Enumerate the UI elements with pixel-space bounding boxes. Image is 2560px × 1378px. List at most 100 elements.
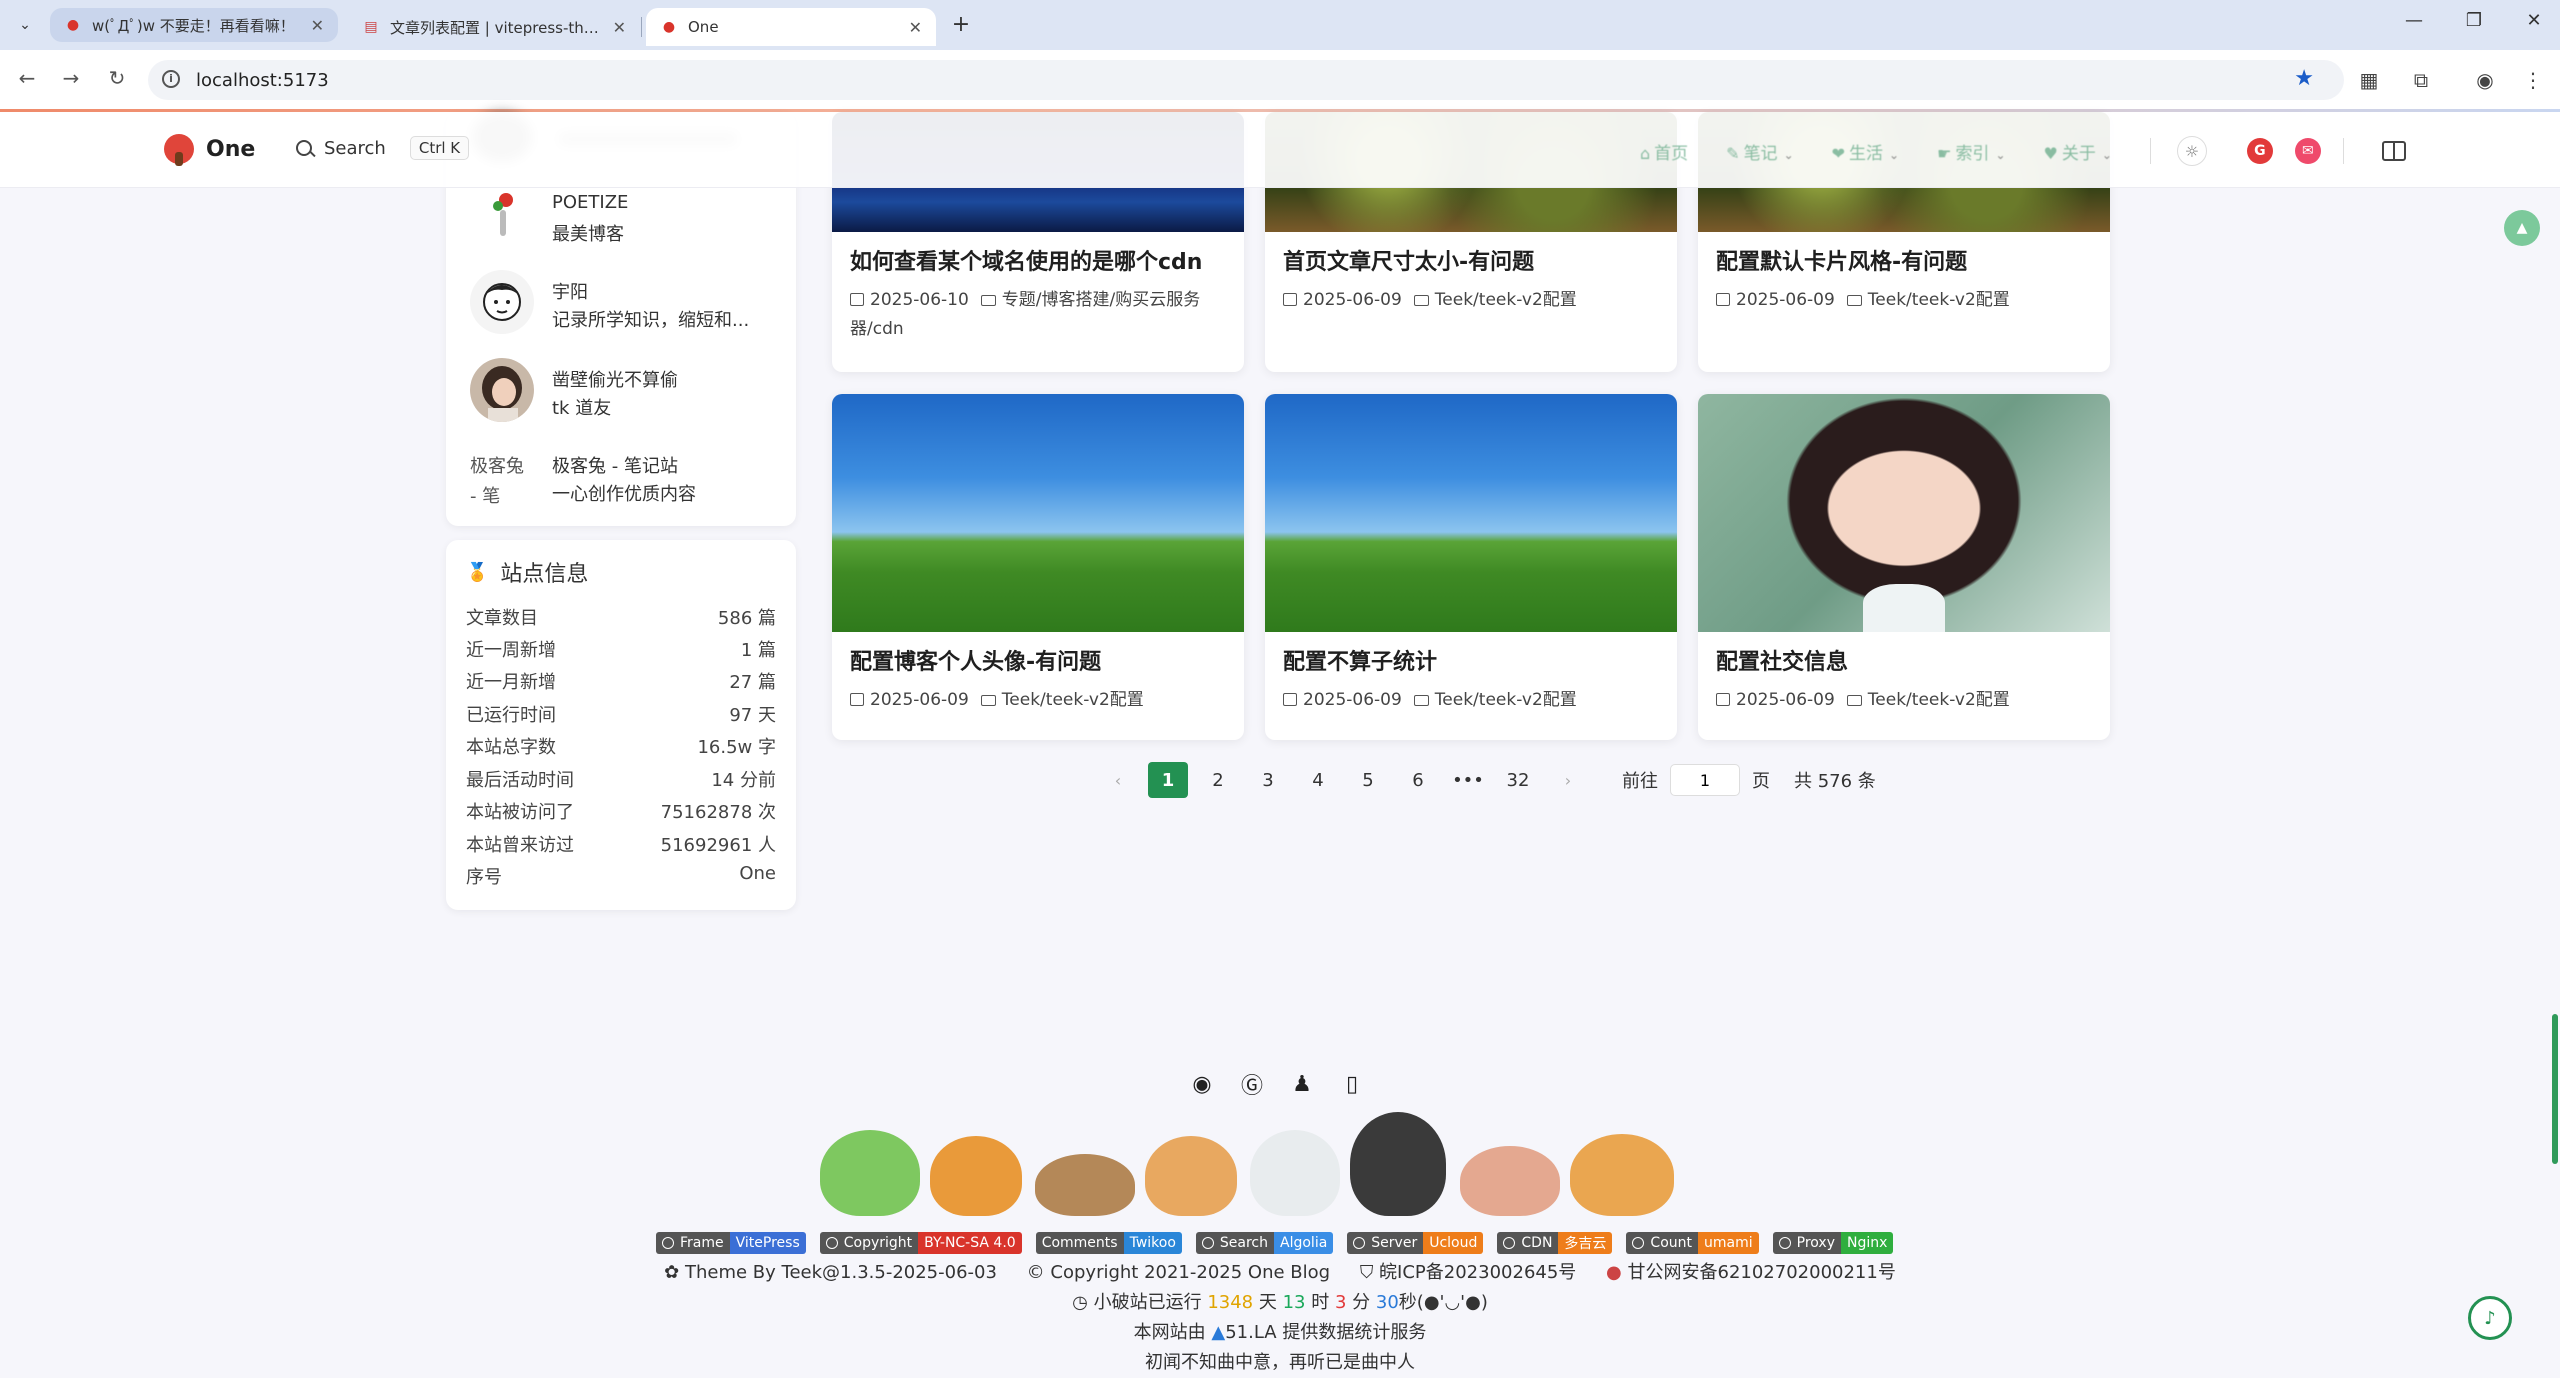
reading-list-icon[interactable]: ▦ xyxy=(2354,68,2384,92)
proxy-icon xyxy=(1778,1237,1791,1249)
medal-icon: 🏅 xyxy=(466,561,489,583)
page-number[interactable]: 1 xyxy=(1148,762,1188,798)
tab-search-chevron-icon[interactable]: ⌄ xyxy=(10,12,40,38)
article-category[interactable]: Teek/teek-v2配置 xyxy=(1435,290,1577,310)
profile-icon[interactable]: ◉ xyxy=(2470,68,2500,92)
badge-frame[interactable]: Frame VitePress xyxy=(656,1232,806,1254)
page-number[interactable]: 2 xyxy=(1198,762,1238,798)
info-icon[interactable]: i xyxy=(162,70,180,88)
prev-page-chevron-icon[interactable]: ‹ xyxy=(1098,762,1138,798)
badge-proxy[interactable]: Proxy Nginx xyxy=(1772,1232,1894,1254)
theme-credit[interactable]: ✿ Theme By Teek@1.3.5-2025-06-03 xyxy=(664,1262,997,1283)
article-category[interactable]: Teek/teek-v2配置 xyxy=(1868,290,2010,310)
next-page-chevron-icon[interactable]: › xyxy=(1548,762,1588,798)
article-title[interactable]: 首页文章尺寸太小-有问题 xyxy=(1283,244,1534,276)
url-bar[interactable]: i localhost:5173 ★ xyxy=(148,60,2344,100)
nav-item-notes[interactable]: ✎ 笔记 ⌄ xyxy=(1726,139,1793,164)
close-icon[interactable]: ✕ xyxy=(311,16,324,35)
extensions-puzzle-icon[interactable]: ⧉ xyxy=(2406,68,2436,92)
qq-icon[interactable]: ♟ xyxy=(1288,1070,1316,1098)
page-number[interactable]: 4 xyxy=(1298,762,1338,798)
article-title[interactable]: 如何查看某个域名使用的是哪个cdn xyxy=(850,244,1202,276)
browser-tab-3-active[interactable]: ● One ✕ xyxy=(646,8,936,46)
tab-title: 文章列表配置 | vitepress-theme-teek xyxy=(390,18,605,37)
article-category[interactable]: Teek/teek-v2配置 xyxy=(1868,690,2010,710)
article-card[interactable]: 配置不算子统计 2025-06-09 Teek/teek-v2配置 xyxy=(1265,394,1677,740)
friend-item[interactable]: POETIZE 最美博客 xyxy=(470,184,770,254)
browser-tab-1[interactable]: ● w(ﾟДﾟ)w 不要走！再看看嘛！ ✕ xyxy=(50,8,338,42)
mail-icon[interactable]: ✉ xyxy=(2294,138,2321,164)
article-title[interactable]: 配置默认卡片风格-有问题 xyxy=(1716,244,1967,276)
badge-server[interactable]: Server Ucloud xyxy=(1347,1232,1484,1254)
police-record-link[interactable]: ● 甘公网安备62102702000211号 xyxy=(1606,1262,1896,1283)
notes-icon: ✎ xyxy=(1726,143,1740,163)
friend-item[interactable]: 极客兔 - 笔 极客兔 - 笔记站 一心创作优质内容 xyxy=(470,444,770,514)
back-arrow-icon[interactable]: ← xyxy=(12,66,42,90)
badge-comments[interactable]: Comments Twikoo xyxy=(1035,1232,1182,1254)
goto-page-input[interactable] xyxy=(1670,764,1740,796)
page-number[interactable]: 32 xyxy=(1498,762,1538,798)
article-title[interactable]: 配置社交信息 xyxy=(1716,644,1848,676)
icp-link[interactable]: ⛉ 皖ICP备2023002645号 xyxy=(1360,1262,1577,1283)
nav-item-home[interactable]: ⌂ 首页 xyxy=(1640,139,1688,164)
article-title[interactable]: 配置博客个人头像-有问题 xyxy=(850,644,1101,676)
window-close-icon[interactable]: ✕ xyxy=(2514,10,2554,31)
calendar-icon xyxy=(1283,293,1297,306)
bookmark-star-icon[interactable]: ★ xyxy=(2294,66,2314,91)
restore-icon[interactable]: ❐ xyxy=(2454,10,2494,31)
url-text[interactable]: localhost:5173 xyxy=(196,70,329,91)
otter-mascot xyxy=(1035,1154,1135,1216)
minimize-icon[interactable]: — xyxy=(2394,10,2434,31)
51la-link[interactable]: ▲51.LA xyxy=(1211,1322,1276,1343)
article-cover-image[interactable] xyxy=(1265,394,1677,632)
close-icon[interactable]: ✕ xyxy=(909,18,922,37)
copyright-text[interactable]: © Copyright 2021-2025 One Blog xyxy=(1027,1262,1330,1283)
close-icon[interactable]: ✕ xyxy=(613,18,626,37)
copyright-icon: © xyxy=(1026,1262,1045,1283)
badge-count[interactable]: Count umami xyxy=(1626,1232,1759,1254)
friend-item[interactable]: 凿壁偷光不算偷 tk 道友 xyxy=(470,358,770,428)
nav-item-life[interactable]: ❤ 生活 ⌄ xyxy=(1832,139,1899,164)
copyright-icon xyxy=(825,1237,838,1249)
gitee-icon[interactable]: Ⓖ xyxy=(1238,1070,1266,1099)
theme-toggle-sun-icon[interactable]: ☼ xyxy=(2176,136,2207,166)
gitee-icon[interactable]: G xyxy=(2246,138,2273,164)
search-label: Search xyxy=(324,137,386,159)
reading-mode-icon[interactable] xyxy=(2381,141,2406,161)
article-category[interactable]: Teek/teek-v2配置 xyxy=(1002,690,1144,710)
nav-item-index[interactable]: ☛ 索引 ⌄ xyxy=(1937,139,2005,164)
github-icon[interactable]: ◉ xyxy=(1188,1070,1216,1098)
article-title[interactable]: 配置不算子统计 xyxy=(1283,644,1437,676)
notification-bell-icon[interactable]: ♪ xyxy=(2468,1296,2512,1340)
frame-icon xyxy=(662,1237,674,1249)
page-number[interactable]: 6 xyxy=(1398,762,1438,798)
total-count: 共 576 条 xyxy=(1794,771,1876,792)
forward-arrow-icon[interactable]: → xyxy=(56,66,86,90)
cow-mascot xyxy=(1460,1146,1560,1216)
article-category[interactable]: Teek/teek-v2配置 xyxy=(1435,690,1577,710)
browser-tab-2[interactable]: ▤ 文章列表配置 | vitepress-theme-teek ✕ xyxy=(348,8,640,46)
nav-item-about[interactable]: ♥ 关于 ⌄ xyxy=(2044,139,2112,164)
article-card[interactable]: 配置博客个人头像-有问题 2025-06-09 Teek/teek-v2配置 xyxy=(832,394,1244,740)
page-number[interactable]: 5 xyxy=(1348,762,1388,798)
friend-item[interactable]: 宇阳 记录所学知识，缩短和... xyxy=(470,270,770,340)
about-icon: ♥ xyxy=(2043,143,2058,163)
page-scrollbar[interactable] xyxy=(2552,1014,2558,1164)
reload-icon[interactable]: ↻ xyxy=(102,66,132,90)
scroll-to-top-icon[interactable]: ▲ xyxy=(2504,210,2540,246)
article-cover-image[interactable] xyxy=(1698,394,2110,632)
more-pages-ellipsis[interactable]: ••• xyxy=(1448,762,1488,798)
badge-copyright[interactable]: Copyright BY-NC-SA 4.0 xyxy=(819,1232,1022,1254)
friend-desc: 记录所学知识，缩短和... xyxy=(552,310,750,331)
search-button[interactable]: Search Ctrl K xyxy=(296,136,470,160)
article-card[interactable]: 配置社交信息 2025-06-09 Teek/teek-v2配置 xyxy=(1698,394,2110,740)
menu-kebab-icon[interactable]: ⋮ xyxy=(2518,68,2548,92)
page-number[interactable]: 3 xyxy=(1248,762,1288,798)
mobile-icon[interactable]: ▯ xyxy=(1338,1070,1366,1098)
new-tab-plus-icon[interactable]: + xyxy=(946,12,976,37)
badge-search[interactable]: Search Algolia xyxy=(1195,1232,1334,1254)
badge-cdn[interactable]: CDN 多吉云 xyxy=(1497,1232,1613,1254)
calendar-icon xyxy=(850,693,864,706)
site-logo[interactable]: One xyxy=(164,134,255,166)
article-cover-image[interactable] xyxy=(832,394,1244,632)
